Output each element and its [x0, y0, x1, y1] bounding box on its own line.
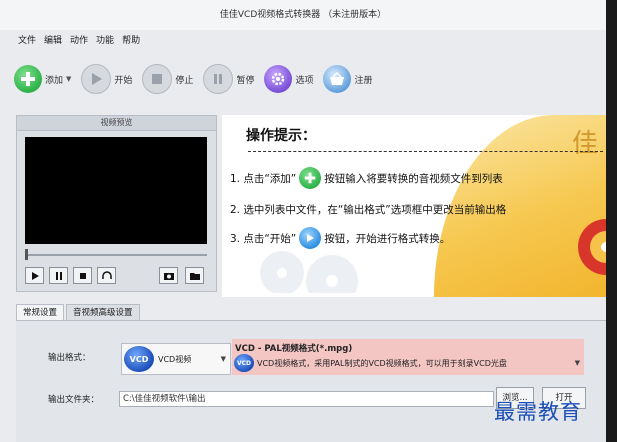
- add-label: 添加: [45, 75, 64, 86]
- toolbar: 添加 ▼ 开始 停止 暂停 选项 注册: [14, 60, 382, 98]
- menu-bar: 文件 编辑 动作 功能 帮助: [0, 32, 144, 50]
- format-title: VCD - PAL视频格式(*.mpg): [235, 344, 353, 354]
- start-label: 开始: [114, 75, 133, 86]
- pause-control[interactable]: [49, 267, 68, 284]
- tips-panel: 佳 操作提示： 1. 点击“添加” 按钮输入将要转换的音视频文件到列表 2. 选…: [222, 115, 606, 297]
- preview-title: 视频预览: [17, 116, 216, 131]
- basket-icon: [323, 65, 352, 93]
- snapshot-control[interactable]: [159, 267, 178, 284]
- chevron-down-icon: ▼: [574, 359, 580, 367]
- tab-av-advanced[interactable]: 音视频高级设置: [66, 304, 140, 320]
- register-label: 注册: [354, 75, 373, 86]
- window-title: 佳佳VCD视频格式转换器 （未注册版本）: [0, 0, 606, 30]
- menu-function[interactable]: 功能: [92, 32, 118, 50]
- chevron-down-icon: ▼: [220, 355, 226, 363]
- folder-icon: [189, 272, 200, 280]
- output-folder-label: 输出文件夹：: [48, 395, 100, 405]
- pause-button[interactable]: 暂停: [203, 64, 254, 94]
- folder-control[interactable]: [185, 267, 204, 284]
- pause-label: 暂停: [236, 75, 255, 86]
- pause-icon: [55, 271, 62, 280]
- format-category-select[interactable]: VCD VCD视频 ▼: [121, 343, 231, 375]
- seek-bar[interactable]: [27, 254, 207, 256]
- format-select[interactable]: VCD - PAL视频格式(*.mpg) VCD VCD视频格式，采用PAL制式…: [232, 339, 584, 375]
- options-label: 选项: [295, 75, 314, 86]
- add-button[interactable]: 添加 ▼: [14, 65, 71, 93]
- format-category-value: VCD视频: [158, 354, 192, 364]
- tips-divider: [248, 151, 603, 152]
- menu-action[interactable]: 动作: [66, 32, 92, 50]
- play-control[interactable]: [25, 267, 44, 284]
- stop-icon: [142, 64, 173, 94]
- volume-control[interactable]: [97, 267, 116, 284]
- menu-edit[interactable]: 编辑: [40, 32, 66, 50]
- brand-logo-char: 佳: [571, 129, 598, 159]
- tip-line-1: 1. 点击“添加” 按钮输入将要转换的音视频文件到列表: [230, 167, 503, 189]
- app-window: 佳佳VCD视频格式转换器 （未注册版本） 文件 编辑 动作 功能 帮助 添加 ▼…: [0, 0, 606, 442]
- chevron-down-icon[interactable]: ▼: [66, 75, 71, 83]
- menu-file[interactable]: 文件: [14, 32, 40, 50]
- tip-line-2: 2. 选中列表中文件，在“输出格式”选项框中更改当前输出格: [230, 204, 507, 216]
- gear-icon: [264, 65, 293, 93]
- video-preview-panel: 视频预览: [16, 115, 217, 292]
- stop-icon: [79, 272, 86, 279]
- output-folder-input[interactable]: C:\佳佳视频软件\输出: [119, 391, 494, 407]
- menu-help[interactable]: 帮助: [118, 32, 144, 50]
- settings-tabs: 常规设置 音视频高级设置: [16, 304, 142, 320]
- format-description: VCD视频格式，采用PAL制式的VCD视频格式，可以用于刻录VCD光盘: [257, 358, 507, 368]
- play-icon: [81, 64, 112, 94]
- watermark: 最需教育: [494, 400, 582, 424]
- camera-icon: [163, 272, 174, 280]
- plus-icon: [299, 167, 322, 189]
- tips-title: 操作提示：: [246, 128, 316, 144]
- start-button[interactable]: 开始: [81, 64, 132, 94]
- stop-button[interactable]: 停止: [142, 64, 193, 94]
- pause-icon: [203, 64, 234, 94]
- vcd-logo-icon: VCD: [234, 354, 254, 372]
- register-button[interactable]: 注册: [323, 65, 372, 93]
- tip-line-3: 3. 点击“开始” 按钮，开始进行格式转换。: [230, 227, 450, 249]
- headphones-icon: [101, 271, 112, 279]
- stop-control[interactable]: [73, 267, 92, 284]
- tab-general[interactable]: 常规设置: [16, 304, 65, 320]
- vcd-logo-icon: VCD: [124, 346, 154, 372]
- seek-handle[interactable]: [25, 249, 28, 260]
- options-button[interactable]: 选项: [264, 65, 313, 93]
- stop-label: 停止: [175, 75, 194, 86]
- play-icon: [299, 227, 322, 249]
- play-icon: [31, 271, 39, 280]
- disc-icon: [578, 219, 606, 275]
- video-screen: [25, 137, 207, 244]
- plus-icon: [14, 65, 42, 93]
- output-format-label: 输出格式：: [48, 353, 91, 363]
